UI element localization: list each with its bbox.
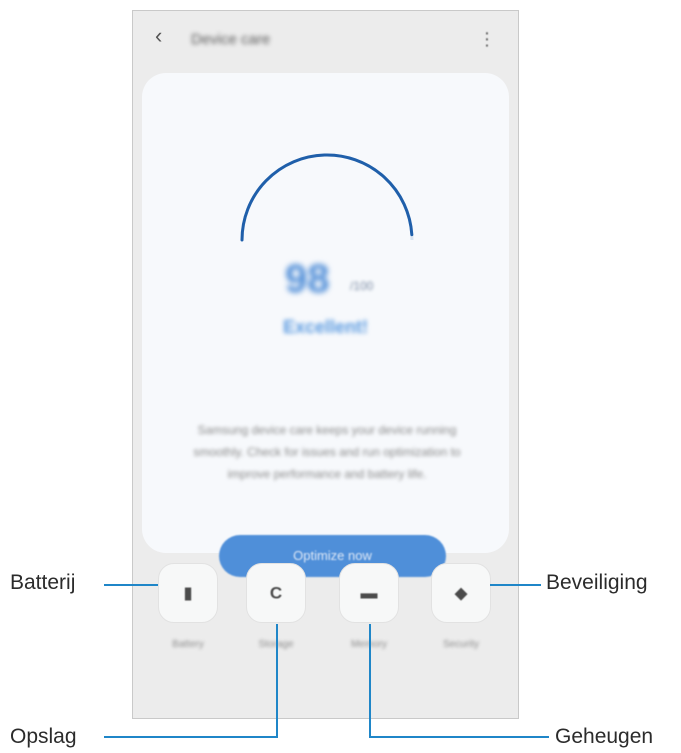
callout-security: Beveiliging bbox=[546, 571, 648, 594]
callout-storage: Opslag bbox=[10, 725, 77, 748]
screen-title: Device care bbox=[191, 31, 271, 48]
memory-icon: ▬ bbox=[360, 583, 378, 603]
back-arrow-icon[interactable]: ‹ bbox=[155, 25, 162, 47]
storage-tile[interactable]: C bbox=[246, 563, 306, 623]
battery-icon: ▮ bbox=[183, 583, 193, 603]
description-text: Samsung device care keeps your device ru… bbox=[193, 423, 461, 481]
callout-line-security bbox=[490, 584, 541, 586]
more-options-icon[interactable]: ⋮ bbox=[478, 29, 496, 50]
shield-icon: ◆ bbox=[454, 583, 468, 603]
callout-memory: Geheugen bbox=[555, 725, 654, 748]
phone-screen: ‹ Device care ⋮ 98 /100 Excellent! Samsu… bbox=[132, 10, 519, 719]
callout-line-battery bbox=[104, 584, 158, 586]
score-gauge bbox=[240, 153, 414, 242]
score-display: 98 /100 bbox=[142, 251, 509, 311]
callout-battery: Batterij bbox=[10, 571, 76, 594]
callout-line-storage-h bbox=[104, 736, 278, 738]
security-label: Security bbox=[442, 639, 480, 650]
callout-line-memory-h bbox=[369, 736, 549, 738]
app-bar: ‹ Device care ⋮ bbox=[133, 11, 518, 77]
battery-tile[interactable]: ▮ bbox=[158, 563, 218, 623]
score-max: /100 bbox=[350, 279, 374, 293]
score-status: Excellent! bbox=[282, 317, 369, 337]
callout-line-memory-v bbox=[369, 624, 371, 737]
device-care-card: 98 /100 Excellent! Samsung device care k… bbox=[142, 73, 509, 577]
security-tile[interactable]: ◆ bbox=[431, 563, 491, 623]
callout-line-storage-v bbox=[276, 624, 278, 737]
storage-icon: C bbox=[269, 583, 283, 603]
memory-tile[interactable]: ▬ bbox=[339, 563, 399, 623]
battery-label: Battery bbox=[172, 639, 204, 650]
score-value: 98 bbox=[285, 257, 330, 301]
